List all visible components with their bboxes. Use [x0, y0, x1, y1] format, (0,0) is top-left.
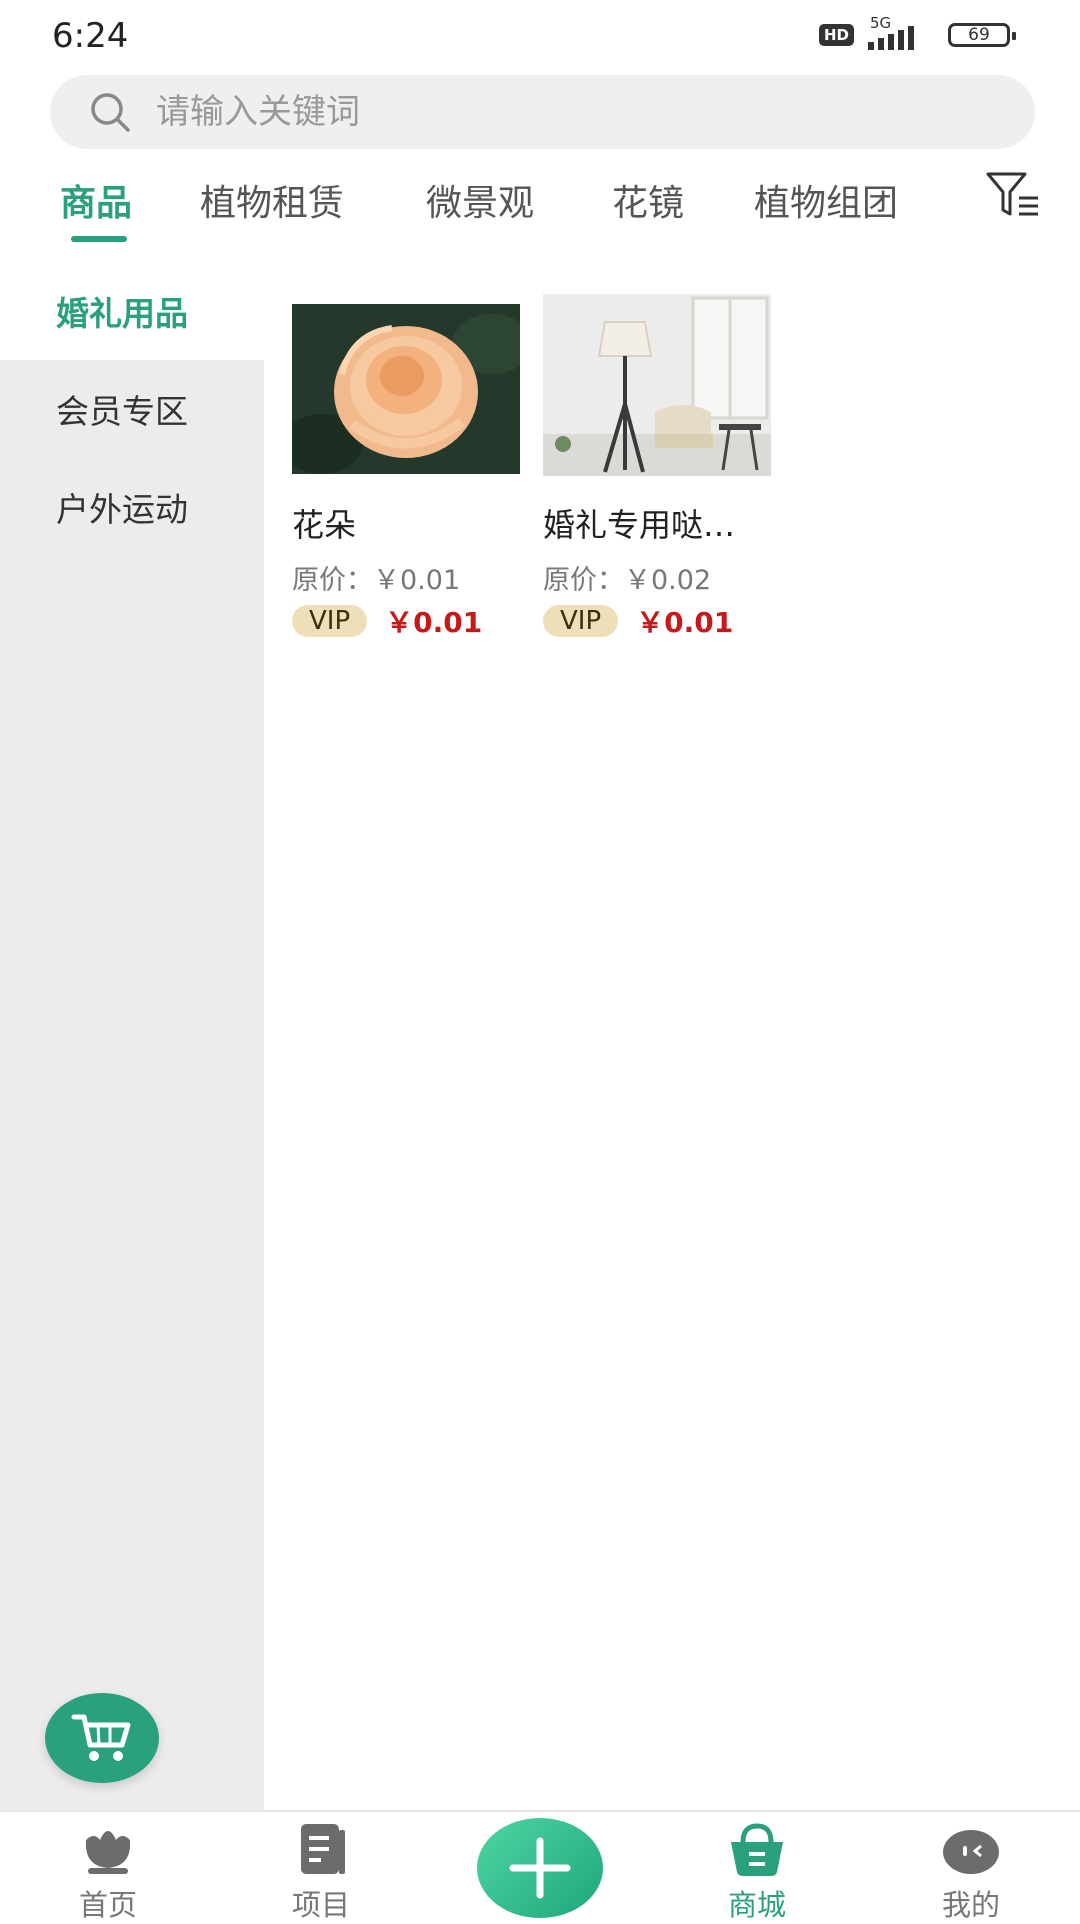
sidebar-item-wedding-supplies[interactable]: 婚礼用品 [0, 262, 264, 360]
home-flower-icon [85, 1831, 131, 1874]
category-tabs: 商品 植物租赁 微景观 花镜 植物组团 [0, 160, 1080, 250]
nav-projects-label: 项目 [291, 1888, 350, 1922]
vip-price: ￥0.01 [636, 606, 734, 639]
tab-active-indicator [71, 236, 127, 242]
status-time: 6:24 [52, 16, 129, 56]
product-card[interactable]: 花朵 原价：￥0.01 VIP ￥0.01 [292, 300, 522, 641]
plus-icon [509, 1837, 571, 1899]
product-image-rose[interactable] [292, 300, 520, 478]
status-icons: HD 5G 69 [818, 14, 1016, 50]
status-bar: 6:24 HD 5G 69 [0, 0, 1080, 72]
nav-home-label: 首页 [78, 1888, 137, 1922]
product-name: 婚礼专用哒… [543, 506, 736, 544]
nav-profile[interactable]: 我的 [891, 1812, 1051, 1924]
nav-home[interactable]: 首页 [28, 1812, 188, 1924]
tab-plant-group[interactable]: 植物组团 [754, 174, 898, 226]
tab-micro-landscape[interactable]: 微景观 [426, 174, 534, 226]
product-card[interactable]: 婚礼专用哒… 原价：￥0.02 VIP ￥0.01 [543, 292, 773, 641]
search-icon [91, 93, 130, 132]
shop-basket-icon [731, 1823, 783, 1876]
cart-icon [71, 1714, 131, 1761]
tab-flower-border[interactable]: 花镜 [612, 174, 684, 226]
nav-shop[interactable]: 商城 [677, 1812, 837, 1924]
tab-plant-rental[interactable]: 植物租赁 [200, 174, 344, 226]
vip-price-row: VIP ￥0.01 [543, 601, 773, 641]
product-name: 花朵 [292, 506, 357, 544]
project-doc-icon [301, 1824, 345, 1874]
tab-goods[interactable]: 商品 [60, 174, 132, 226]
add-button[interactable] [477, 1818, 603, 1918]
original-price: 原价：￥0.02 [543, 565, 712, 596]
vip-badge: VIP [292, 605, 368, 637]
search-input[interactable] [154, 91, 958, 133]
vip-badge: VIP [543, 605, 619, 637]
nav-projects[interactable]: 项目 [241, 1812, 401, 1924]
category-sidebar: 婚礼用品 会员专区 户外运动 [0, 262, 264, 1810]
battery-icon: 69 [948, 23, 1016, 47]
original-price: 原价：￥0.01 [292, 565, 461, 596]
hd-icon: HD [818, 24, 854, 46]
cart-button[interactable] [45, 1693, 159, 1783]
vip-price: ￥0.01 [385, 606, 483, 639]
nav-profile-label: 我的 [941, 1888, 1000, 1922]
product-image-lamp-room[interactable] [543, 292, 771, 478]
sidebar-item-member-zone[interactable]: 会员专区 [0, 360, 264, 458]
battery-level: 69 [968, 25, 990, 45]
profile-face-icon [943, 1830, 999, 1874]
signal-icon: 5G [868, 14, 934, 50]
filter-icon[interactable] [985, 170, 1041, 220]
vip-price-row: VIP ￥0.01 [292, 601, 522, 641]
sidebar-item-outdoor-sports[interactable]: 户外运动 [0, 458, 264, 556]
nav-shop-label: 商城 [727, 1888, 786, 1922]
search-bar[interactable] [50, 75, 1035, 149]
